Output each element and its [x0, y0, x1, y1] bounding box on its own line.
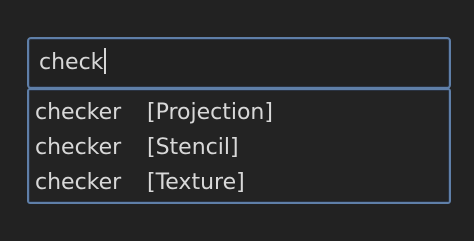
- result-items: checker [Projection] checker [Stencil] che…: [35, 95, 445, 200]
- result-name: checker: [35, 100, 122, 125]
- search-field-container[interactable]: check: [27, 37, 451, 89]
- result-category: [Projection]: [147, 100, 273, 125]
- search-results-list: checker [Projection] checker [Stencil] che…: [27, 88, 451, 204]
- result-category: [Stencil]: [147, 135, 239, 160]
- result-name: checker: [35, 170, 122, 195]
- result-item-checker-texture[interactable]: checker [Texture]: [35, 165, 445, 200]
- node-search-popup: check checker [Projection] checker [Stenci…: [0, 0, 474, 241]
- search-input[interactable]: check: [39, 47, 107, 79]
- result-item-checker-projection[interactable]: checker [Projection]: [35, 95, 445, 130]
- text-cursor: [104, 48, 107, 74]
- result-item-checker-stencil[interactable]: checker [Stencil]: [35, 130, 445, 165]
- result-name: checker: [35, 135, 122, 160]
- result-category: [Texture]: [147, 170, 245, 195]
- search-input-value: check: [39, 50, 104, 75]
